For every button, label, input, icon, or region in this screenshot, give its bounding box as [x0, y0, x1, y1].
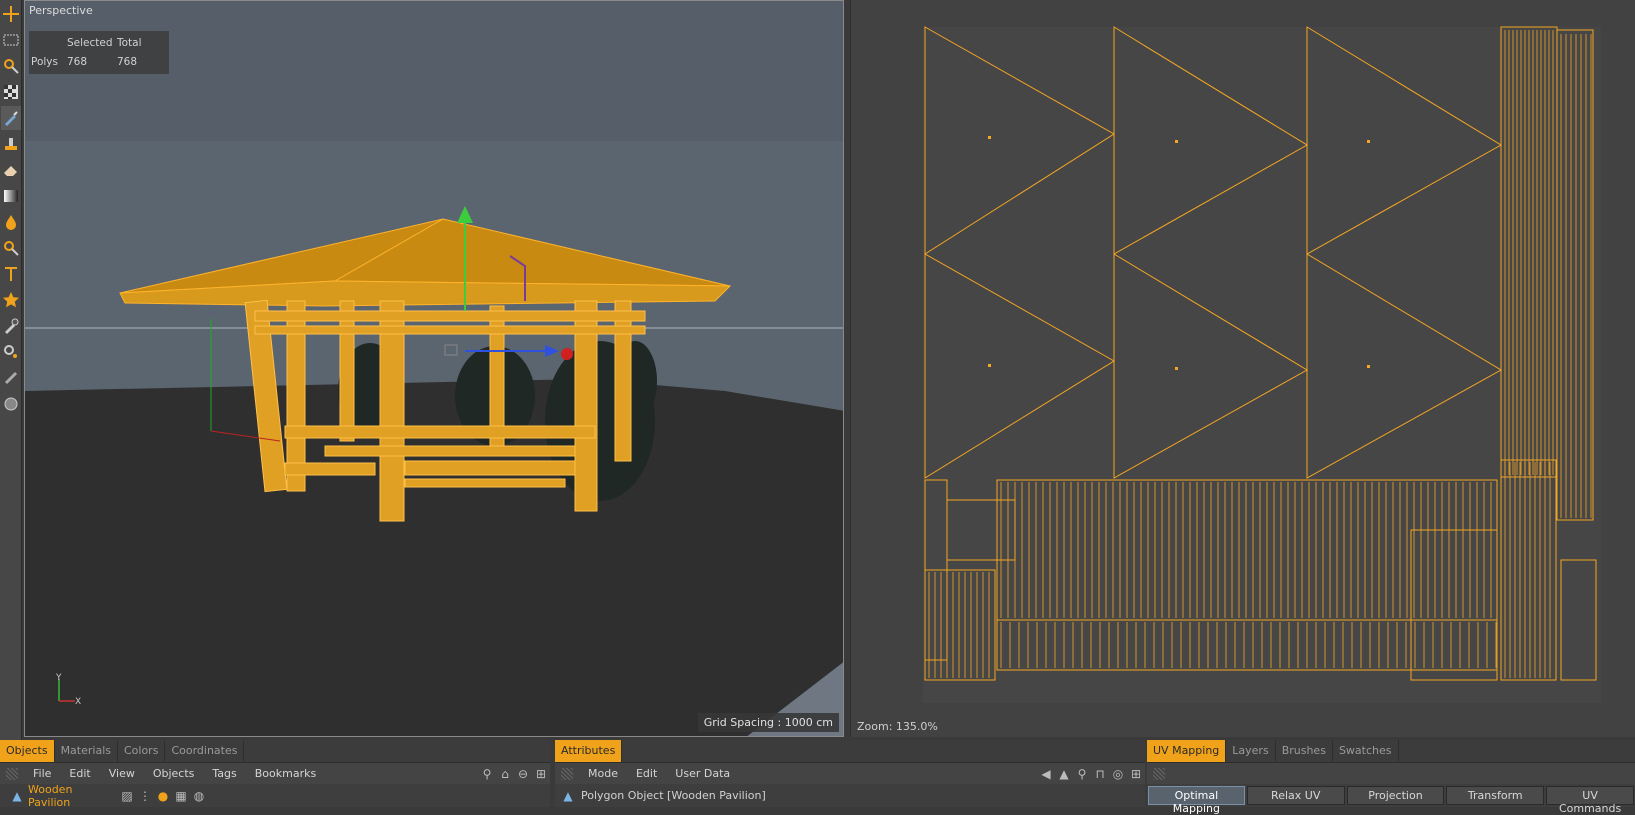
- tab-uv-mapping[interactable]: UV Mapping: [1147, 740, 1227, 762]
- lock-icon[interactable]: ⊓: [1091, 765, 1109, 783]
- live-select-icon[interactable]: [1, 54, 21, 78]
- optimal-mapping-button[interactable]: Optimal Mapping: [1148, 786, 1245, 815]
- viewport-title[interactable]: Perspective: [29, 4, 93, 17]
- magnifier-icon[interactable]: [1, 236, 21, 260]
- objects-menubar: File Edit View Objects Tags Bookmarks ⚲ …: [0, 762, 550, 784]
- eraser-icon[interactable]: [1, 158, 21, 182]
- tab-materials[interactable]: Materials: [55, 740, 118, 762]
- menu-objects[interactable]: Objects: [144, 767, 204, 780]
- text-icon[interactable]: [1, 262, 21, 286]
- attributes-object-row: ▲ Polygon Object [Wooden Pavilion]: [555, 784, 1145, 807]
- object-name[interactable]: Wooden Pavilion: [28, 783, 118, 809]
- target-icon[interactable]: ◎: [1109, 765, 1127, 783]
- stats-total-value: 768: [117, 55, 138, 68]
- polygon-object-icon: ▲: [563, 788, 573, 803]
- phong-tag-icon[interactable]: ●: [154, 787, 172, 805]
- grid-spacing-label: Grid Spacing : 1000 cm: [697, 713, 839, 732]
- gradient-icon[interactable]: [1, 184, 21, 208]
- object-row[interactable]: ▲ Wooden Pavilion ▨ ⋮ ● ▦ ◍: [0, 783, 550, 809]
- move-icon[interactable]: [1, 2, 21, 26]
- search-icon[interactable]: ⚲: [1073, 765, 1091, 783]
- fill-icon[interactable]: [1, 210, 21, 234]
- stamp-icon[interactable]: [1, 132, 21, 156]
- up-arrow-icon[interactable]: ▲: [1055, 765, 1073, 783]
- new-window-icon[interactable]: ⊞: [532, 765, 550, 783]
- axis-y-label: Y: [56, 673, 62, 683]
- tab-coordinates[interactable]: Coordinates: [165, 740, 245, 762]
- tab-colors[interactable]: Colors: [118, 740, 166, 762]
- menu-user-data[interactable]: User Data: [666, 767, 739, 780]
- menu-mode[interactable]: Mode: [579, 767, 627, 780]
- tab-attributes[interactable]: Attributes: [555, 740, 623, 762]
- smudge-icon[interactable]: [1, 366, 21, 390]
- back-arrow-icon[interactable]: ◀: [1037, 765, 1055, 783]
- material-tag-icon[interactable]: ◍: [190, 787, 208, 805]
- polygon-object-icon: ▲: [12, 788, 22, 803]
- uv-zoom-label: Zoom: 135.0%: [857, 720, 938, 733]
- attributes-tabbar: Attributes: [555, 740, 1145, 762]
- uv-tabbar: UV Mapping Layers Brushes Swatches: [1147, 740, 1635, 762]
- checker-icon[interactable]: [1, 80, 21, 104]
- checker-tag-icon[interactable]: ▦: [172, 787, 190, 805]
- search-icon[interactable]: ⚲: [478, 765, 496, 783]
- attributes-menubar: Mode Edit User Data ◀ ▲ ⚲ ⊓ ◎ ⊞: [555, 762, 1145, 784]
- edit-visibility-icon[interactable]: ▨: [118, 787, 136, 805]
- stats-row-label: Polys: [31, 55, 58, 68]
- uv-menubar: [1147, 762, 1635, 784]
- grip-icon: [1153, 767, 1165, 780]
- menu-edit[interactable]: Edit: [60, 767, 99, 780]
- brush-icon[interactable]: [1, 106, 21, 130]
- clone-icon[interactable]: [1, 340, 21, 364]
- menu-file[interactable]: File: [24, 767, 60, 780]
- attributes-object-label: Polygon Object [Wooden Pavilion]: [581, 789, 766, 802]
- axis-x-label: X: [75, 697, 82, 707]
- dots-icon[interactable]: ⋮: [136, 787, 154, 805]
- uv-buttons-row: Optimal Mapping Relax UV Projection Tran…: [1147, 784, 1635, 815]
- relax-uv-button[interactable]: Relax UV: [1246, 786, 1345, 805]
- objects-tabbar: Objects Materials Colors Coordinates: [0, 740, 550, 762]
- perspective-viewport[interactable]: Perspective Selected Total Polys 768 768…: [24, 0, 844, 737]
- home-icon[interactable]: ⌂: [496, 765, 514, 783]
- stats-header-selected: Selected: [67, 36, 113, 49]
- polygon-stats: Selected Total Polys 768 768: [29, 31, 169, 74]
- star-icon[interactable]: [1, 288, 21, 312]
- stats-header-total: Total: [117, 36, 142, 49]
- tab-objects[interactable]: Objects: [0, 740, 55, 762]
- new-window-icon[interactable]: ⊞: [1127, 765, 1145, 783]
- uv-commands-button[interactable]: UV Commands: [1546, 786, 1634, 815]
- eyedropper-icon[interactable]: [1, 314, 21, 338]
- tab-swatches[interactable]: Swatches: [1333, 740, 1399, 762]
- link-icon[interactable]: ⊖: [514, 765, 532, 783]
- tab-brushes[interactable]: Brushes: [1276, 740, 1333, 762]
- scene-render: [25, 1, 843, 736]
- transform-button[interactable]: Transform: [1446, 786, 1545, 805]
- menu-tags[interactable]: Tags: [203, 767, 245, 780]
- sphere-icon[interactable]: [1, 392, 21, 416]
- menu-view[interactable]: View: [100, 767, 144, 780]
- grip-icon: [6, 767, 18, 780]
- stats-selected-value: 768: [67, 55, 88, 68]
- menu-attr-edit[interactable]: Edit: [627, 767, 666, 780]
- rect-select-icon[interactable]: [1, 28, 21, 52]
- uv-layout: [923, 26, 1601, 703]
- tool-palette: [0, 0, 22, 740]
- menu-bookmarks[interactable]: Bookmarks: [246, 767, 325, 780]
- tab-layers[interactable]: Layers: [1226, 740, 1276, 762]
- grip-icon: [561, 767, 573, 780]
- projection-button[interactable]: Projection: [1346, 786, 1445, 805]
- uv-editor-view[interactable]: Zoom: 135.0%: [850, 0, 1635, 737]
